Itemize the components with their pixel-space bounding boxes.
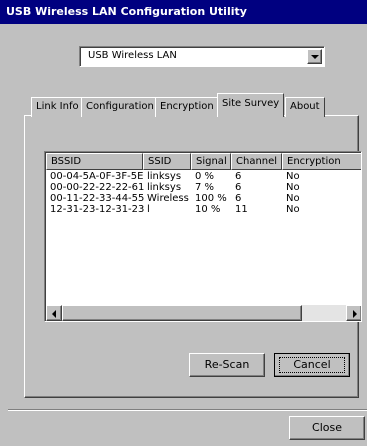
cell-signal: 10 % bbox=[195, 204, 221, 215]
scroll-thumb[interactable] bbox=[62, 305, 302, 321]
arrow-right-icon bbox=[353, 310, 357, 318]
column-header-ssid[interactable]: SSID bbox=[143, 153, 191, 170]
column-header-signal[interactable]: Signal bbox=[191, 153, 231, 170]
cell-channel: 11 bbox=[235, 204, 248, 215]
cell-bssid: 12-31-23-12-31-23 bbox=[50, 204, 145, 215]
cancel-button[interactable]: Cancel bbox=[274, 353, 350, 377]
table-row[interactable]: 00-04-5A-0F-3F-5E linksys 0 % 6 No bbox=[46, 171, 361, 182]
cell-encryption: No bbox=[286, 204, 300, 215]
column-header-channel[interactable]: Channel bbox=[231, 153, 282, 170]
arrow-left-icon bbox=[52, 310, 56, 318]
cell-channel: 6 bbox=[235, 182, 242, 193]
chevron-down-icon bbox=[311, 55, 319, 59]
cell-channel: 6 bbox=[235, 171, 242, 182]
cell-encryption: No bbox=[286, 182, 300, 193]
cell-ssid: l bbox=[147, 204, 150, 215]
list-header: BSSID SSID Signal Channel Encryption bbox=[46, 153, 361, 170]
tab-about[interactable]: About bbox=[285, 97, 325, 117]
cell-channel: 6 bbox=[235, 193, 242, 204]
cell-signal: 0 % bbox=[195, 171, 215, 182]
cell-ssid: linksys bbox=[147, 171, 182, 182]
table-row[interactable]: 00-00-22-22-22-61 linksys 7 % 6 No bbox=[46, 182, 361, 193]
cell-ssid: Wireless bbox=[147, 193, 189, 204]
tab-site-survey[interactable]: Site Survey bbox=[217, 93, 285, 117]
tab-label: Encryption bbox=[160, 101, 214, 112]
cell-ssid: linksys bbox=[147, 182, 182, 193]
column-header-encryption[interactable]: Encryption bbox=[282, 153, 361, 170]
scroll-right-button[interactable] bbox=[346, 305, 361, 321]
cancel-button-label: Cancel bbox=[293, 358, 331, 371]
horizontal-scrollbar[interactable] bbox=[46, 305, 361, 321]
table-row[interactable]: 00-11-22-33-44-55 Wireless 100 % 6 No bbox=[46, 193, 361, 204]
divider bbox=[8, 409, 367, 411]
tab-link-info[interactable]: Link Info bbox=[31, 97, 84, 117]
cell-encryption: No bbox=[286, 193, 300, 204]
cell-bssid: 00-04-5A-0F-3F-5E bbox=[50, 171, 144, 182]
window-title: USB Wireless LAN Configuration Utility bbox=[6, 5, 247, 18]
close-button-label: Close bbox=[312, 421, 342, 434]
tab-label: Site Survey bbox=[222, 98, 280, 109]
tab-label: About bbox=[290, 101, 320, 112]
tab-encryption[interactable]: Encryption bbox=[155, 97, 219, 117]
rescan-button[interactable]: Re-Scan bbox=[189, 353, 265, 377]
cell-bssid: 00-00-22-22-22-61 bbox=[50, 182, 145, 193]
cell-signal: 7 % bbox=[195, 182, 215, 193]
tab-label: Link Info bbox=[36, 101, 79, 112]
site-survey-list[interactable]: BSSID SSID Signal Channel Encryption 00-… bbox=[44, 151, 362, 322]
cell-bssid: 00-11-22-33-44-55 bbox=[50, 193, 145, 204]
scroll-left-button[interactable] bbox=[46, 305, 62, 321]
adapter-dropdown[interactable]: USB Wireless LAN bbox=[79, 46, 325, 67]
tab-label: Configuration bbox=[86, 101, 154, 112]
table-row[interactable]: 12-31-23-12-31-23 l 10 % 11 No bbox=[46, 204, 361, 215]
cell-signal: 100 % bbox=[195, 193, 227, 204]
tab-configuration[interactable]: Configuration bbox=[81, 97, 159, 117]
title-bar: USB Wireless LAN Configuration Utility bbox=[0, 0, 367, 24]
close-button[interactable]: Close bbox=[289, 416, 365, 440]
column-header-bssid[interactable]: BSSID bbox=[46, 153, 143, 170]
cell-encryption: No bbox=[286, 171, 300, 182]
dropdown-arrow-button[interactable] bbox=[307, 49, 322, 64]
adapter-dropdown-value: USB Wireless LAN bbox=[88, 50, 177, 61]
rescan-button-label: Re-Scan bbox=[204, 358, 250, 371]
